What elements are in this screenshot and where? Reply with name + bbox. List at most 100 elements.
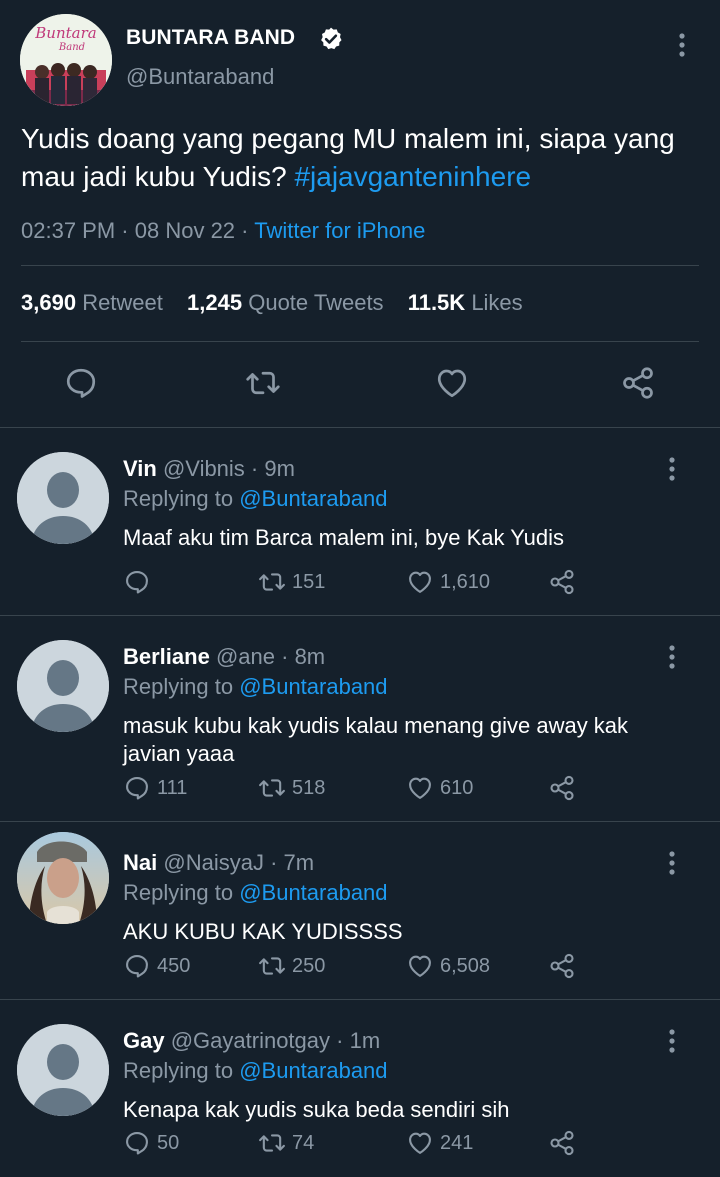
- meta-dot: ·: [263, 850, 284, 875]
- reply-tweet[interactable]: Gay @Gayatrinotgay · 1m Replying to @Bunt…: [0, 1000, 720, 1177]
- like-action[interactable]: 6,508: [406, 952, 490, 980]
- like-count[interactable]: 11.5K: [408, 290, 466, 315]
- share-icon: [550, 953, 574, 979]
- reply-avatar[interactable]: [17, 640, 109, 732]
- action-count: 6,508: [440, 954, 491, 977]
- quote-count[interactable]: 1,245: [187, 290, 242, 315]
- reply-action[interactable]: 450: [123, 952, 190, 980]
- reply-text: AKU KUBU KAK YUDISSSS: [123, 919, 403, 944]
- svg-text:Band: Band: [58, 42, 85, 53]
- reply-avatar[interactable]: [17, 832, 109, 924]
- more-icon[interactable]: [660, 642, 684, 672]
- like-action[interactable]: 610: [406, 774, 473, 802]
- like-icon: [409, 1132, 431, 1154]
- author-handle[interactable]: @Buntaraband: [126, 64, 274, 90]
- divider: [21, 265, 699, 266]
- action-count: 610: [440, 776, 474, 799]
- reply-tweet[interactable]: Vin @Vibnis · 9m Replying to @Buntaraband…: [0, 428, 720, 616]
- retweet-icon[interactable]: [245, 365, 281, 401]
- share-action[interactable]: [548, 568, 582, 596]
- reply-time: 9m: [264, 456, 295, 481]
- share-icon[interactable]: [620, 365, 656, 401]
- reply-text: masuk kubu kak yudis kalau menang give a…: [123, 713, 629, 766]
- like-icon: [409, 955, 431, 977]
- reply-author-handle[interactable]: @Vibnis: [163, 456, 245, 481]
- action-count: 50: [157, 1131, 180, 1154]
- share-action[interactable]: [548, 774, 582, 802]
- reply-header: Berliane @ane · 8m: [123, 644, 325, 670]
- more-icon[interactable]: [670, 30, 694, 60]
- tweet-source-link[interactable]: Twitter for iPhone: [254, 218, 425, 243]
- tweet-time: 02:37 PM: [21, 218, 116, 243]
- mention-link[interactable]: @Buntaraband: [239, 1058, 387, 1083]
- share-action[interactable]: [548, 1129, 582, 1157]
- reply-tweet[interactable]: Nai @NaisyaJ · 7m Replying to @Buntaraban…: [0, 822, 720, 1000]
- reply-header: Gay @Gayatrinotgay · 1m: [123, 1028, 380, 1054]
- more-icon[interactable]: [660, 848, 684, 878]
- replying-label: Replying to: [123, 880, 234, 905]
- share-icon: [550, 775, 574, 801]
- reply-avatar[interactable]: [17, 1024, 109, 1116]
- quote-label[interactable]: Quote Tweets: [248, 290, 383, 315]
- meta-dot: ·: [241, 218, 249, 243]
- meta-dot: ·: [330, 1028, 350, 1053]
- replying-to: Replying to @Buntaraband: [123, 1058, 388, 1084]
- reply-author-name[interactable]: Berliane: [123, 644, 210, 669]
- meta-dot: ·: [121, 218, 129, 243]
- reply-author-handle[interactable]: @ane: [216, 644, 275, 669]
- retweet-count[interactable]: 3,690: [21, 290, 76, 315]
- retweet-action[interactable]: 151: [258, 568, 325, 596]
- retweet-action[interactable]: 518: [258, 774, 325, 802]
- author-avatar[interactable]: Buntara Band: [20, 14, 112, 106]
- like-action[interactable]: 1,610: [406, 568, 490, 596]
- svg-text:Buntara: Buntara: [34, 24, 96, 42]
- reply-author-name[interactable]: Gay: [123, 1028, 165, 1053]
- like-action[interactable]: 241: [406, 1129, 473, 1157]
- main-tweet: Buntara Band BUNTARA BAND @Buntaraband Y…: [0, 0, 720, 428]
- meta-dot: ·: [244, 456, 265, 481]
- default-avatar-icon: [17, 452, 109, 544]
- reply-tweet[interactable]: Berliane @ane · 8m Replying to @Buntaraba…: [0, 616, 720, 822]
- retweet-action[interactable]: 74: [258, 1129, 314, 1157]
- action-count: 450: [157, 954, 191, 977]
- mention-link[interactable]: @Buntaraband: [239, 880, 387, 905]
- reply-action[interactable]: [123, 568, 157, 596]
- reply-time: 1m: [349, 1028, 381, 1053]
- mention-link[interactable]: @Buntaraband: [239, 674, 387, 699]
- retweet-label[interactable]: Retweet: [82, 290, 163, 315]
- replying-to: Replying to @Buntaraband: [123, 674, 388, 700]
- more-icon[interactable]: [660, 1026, 684, 1056]
- retweet-icon: [259, 1134, 285, 1152]
- more-icon[interactable]: [660, 454, 684, 484]
- hashtag-link[interactable]: #jajavganteninhere: [294, 161, 531, 192]
- share-action[interactable]: [548, 952, 582, 980]
- like-icon: [409, 571, 431, 593]
- reply-header: Nai @NaisyaJ · 7m: [123, 850, 314, 876]
- default-avatar-icon: [17, 1024, 109, 1116]
- like-label[interactable]: Likes: [471, 290, 522, 315]
- reply-author-handle[interactable]: @NaisyaJ: [163, 850, 264, 875]
- tweet-text: Yudis doang yang pegang MU malem ini, si…: [21, 120, 701, 196]
- reply-icon[interactable]: [63, 365, 99, 401]
- retweet-action[interactable]: 250: [258, 952, 325, 980]
- mention-link[interactable]: @Buntaraband: [239, 486, 387, 511]
- action-count: 241: [440, 1131, 474, 1154]
- share-icon: [550, 569, 574, 595]
- reply-action[interactable]: 50: [123, 1129, 179, 1157]
- tweet-meta: 02:37 PM · 08 Nov 22 · Twitter for iPhon…: [21, 218, 425, 244]
- replying-label: Replying to: [123, 1058, 234, 1083]
- reply-author-name[interactable]: Vin: [123, 456, 157, 481]
- reply-author-handle[interactable]: @Gayatrinotgay: [171, 1028, 330, 1053]
- action-count: 1,610: [440, 570, 491, 593]
- reply-time: 7m: [283, 850, 315, 875]
- reply-author-name[interactable]: Nai: [123, 850, 157, 875]
- reply-icon: [126, 571, 148, 594]
- action-count: 74: [292, 1131, 315, 1154]
- action-count: 250: [292, 954, 326, 977]
- reply-action[interactable]: 111: [123, 774, 187, 802]
- like-icon[interactable]: [434, 365, 470, 401]
- reply-avatar[interactable]: [17, 452, 109, 544]
- author-name[interactable]: BUNTARA BAND: [126, 26, 295, 50]
- reply-header: Vin @Vibnis · 9m: [123, 456, 295, 482]
- reply-text: Maaf aku tim Barca malem ini, bye Kak Yu…: [123, 525, 565, 550]
